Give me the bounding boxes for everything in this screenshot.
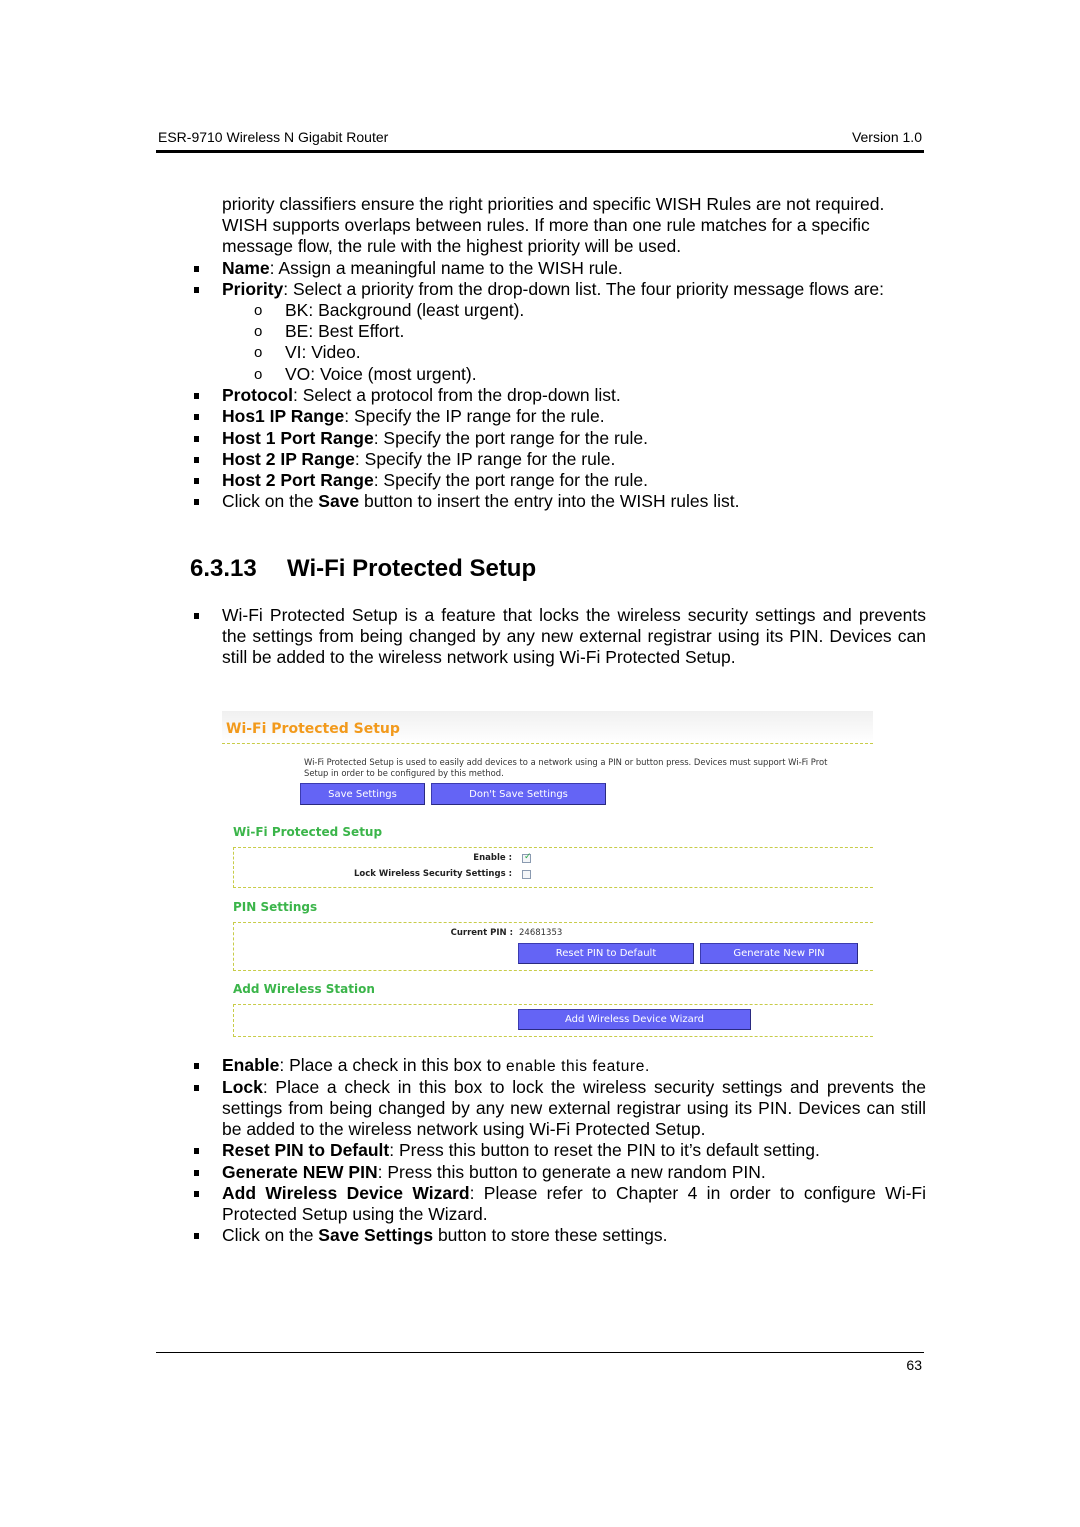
bullet-icon (194, 436, 199, 442)
text-line: priority classifiers ensure the right pr… (222, 194, 885, 214)
circle-bullet-icon: o (254, 344, 263, 361)
bullet-icon (194, 1191, 199, 1197)
circle-bullet-icon: o (254, 302, 263, 319)
section-description: Wi-Fi Protected Setup is a feature that … (192, 605, 926, 669)
circle-bullet-icon: o (254, 366, 263, 383)
text-line: message flow, the rule with the highest … (222, 236, 682, 257)
document-title: ESR-9710 Wireless N Gigabit Router (158, 129, 389, 145)
bullet-icon (194, 393, 199, 399)
bullet-name: Name: Assign a meaningful name to the WI… (192, 258, 926, 279)
bullet-icon (194, 1170, 199, 1176)
ui-description: Wi-Fi Protected Setup is used to easily … (304, 757, 828, 778)
bullet-icon (194, 457, 199, 463)
section-title: Wi-Fi Protected Setup (287, 555, 537, 582)
pin-section-title: PIN Settings (233, 900, 318, 914)
footer-divider (156, 1352, 924, 1353)
bullet-term: Name (222, 258, 270, 278)
bullet-icon (194, 1085, 199, 1091)
bullet-icon (194, 414, 199, 420)
bullet-wizard: Add Wireless Device Wizard: Please refer… (192, 1183, 926, 1225)
priority-item-vo: o VO: Voice (most urgent). (254, 364, 477, 384)
bullet-enable: Enable: Place a check in this box to ena… (192, 1055, 926, 1077)
priority-item-be: o BE: Best Effort. (254, 321, 405, 341)
page-number: 63 (906, 1357, 922, 1373)
bullet-host2-ip-range: Host 2 IP Range: Specify the IP range fo… (192, 449, 926, 470)
reset-pin-button[interactable]: Reset PIN to Default (518, 943, 694, 964)
bullet-save-settings: Click on the Save Settings button to sto… (192, 1225, 926, 1246)
circle-bullet-icon: o (254, 323, 263, 340)
enable-checkbox[interactable]: ✓ (522, 852, 532, 863)
bullet-icon (194, 478, 199, 484)
wps-settings-box (233, 847, 873, 888)
enable-label: Enable : (473, 853, 512, 863)
router-ui-screenshot: Wi-Fi Protected Setup Wi-Fi Protected Se… (222, 711, 873, 1054)
current-pin-label: Current PIN : (450, 928, 513, 938)
bullet-text: : Select a priority from the drop-down l… (283, 279, 885, 299)
bullet-generate-pin: Generate NEW PIN: Press this button to g… (192, 1162, 926, 1183)
dont-save-settings-button[interactable]: Don't Save Settings (431, 783, 606, 805)
bullet-priority: Priority: Select a priority from the dro… (192, 279, 926, 300)
intro-continuation: priority classifiers ensure the right pr… (222, 194, 926, 258)
bullet-host1-ip-range: Hos1 IP Range: Specify the IP range for … (192, 406, 926, 427)
priority-item-bk: o BK: Background (least urgent). (254, 300, 525, 320)
generate-new-pin-button[interactable]: Generate New PIN (700, 943, 858, 964)
add-wireless-device-wizard-button[interactable]: Add Wireless Device Wizard (518, 1009, 751, 1030)
page-header: ESR-9710 Wireless N Gigabit Router Versi… (156, 128, 924, 153)
document-version: Version 1.0 (851, 129, 922, 145)
bullet-term: Priority (222, 279, 284, 299)
bullet-host1-port-range: Host 1 Port Range: Specify the port rang… (192, 428, 926, 449)
bullet-icon (194, 1148, 199, 1154)
bullet-icon (194, 1233, 199, 1239)
bullet-text: : Assign a meaningful name to the WISH r… (269, 258, 623, 278)
wps-section-title: Wi-Fi Protected Setup (233, 825, 383, 839)
bullet-icon (194, 613, 199, 619)
bullet-protocol: Protocol: Select a protocol from the dro… (192, 385, 926, 406)
save-settings-button[interactable]: Save Settings (300, 783, 425, 805)
bullet-reset-pin: Reset PIN to Default: Press this button … (192, 1140, 926, 1161)
section-number: 6.3.13 (190, 555, 257, 582)
divider (222, 743, 873, 744)
checkmark-icon: ✓ (524, 852, 532, 862)
bullet-host2-port-range: Host 2 Port Range: Specify the port rang… (192, 470, 926, 491)
bullet-lock: Lock: Place a check in this box to lock … (192, 1077, 926, 1141)
bullet-icon (194, 1063, 199, 1069)
add-station-section-title: Add Wireless Station (233, 982, 375, 996)
current-pin-value: 24681353 (519, 928, 563, 938)
ui-page-title: Wi-Fi Protected Setup (226, 721, 400, 737)
priority-item-vi: o VI: Video. (254, 342, 361, 362)
lock-security-label: Lock Wireless Security Settings : (353, 869, 512, 879)
section-heading: 6.3.13 Wi-Fi Protected Setup (190, 555, 536, 583)
bullet-icon (194, 266, 199, 272)
text-line: WISH supports overlaps between rules. If… (222, 215, 870, 236)
bullet-icon (194, 287, 199, 293)
bullet-save-rule: Click on the Save button to insert the e… (192, 491, 926, 512)
bullet-icon (194, 499, 199, 505)
lock-security-checkbox[interactable] (522, 870, 531, 879)
